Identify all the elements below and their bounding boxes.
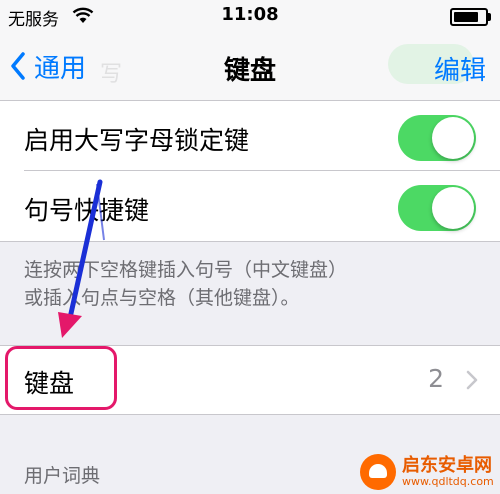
- watermark-url: www.qdltdq.com: [402, 474, 494, 488]
- annotation-arrow-icon: [58, 179, 105, 338]
- watermark: 启东安卓网 www.qdltdq.com: [360, 450, 494, 494]
- watermark-logo-icon: [360, 454, 396, 490]
- user-dictionary-header: 用户词典: [24, 465, 101, 487]
- watermark-name: 启东安卓网: [402, 455, 492, 477]
